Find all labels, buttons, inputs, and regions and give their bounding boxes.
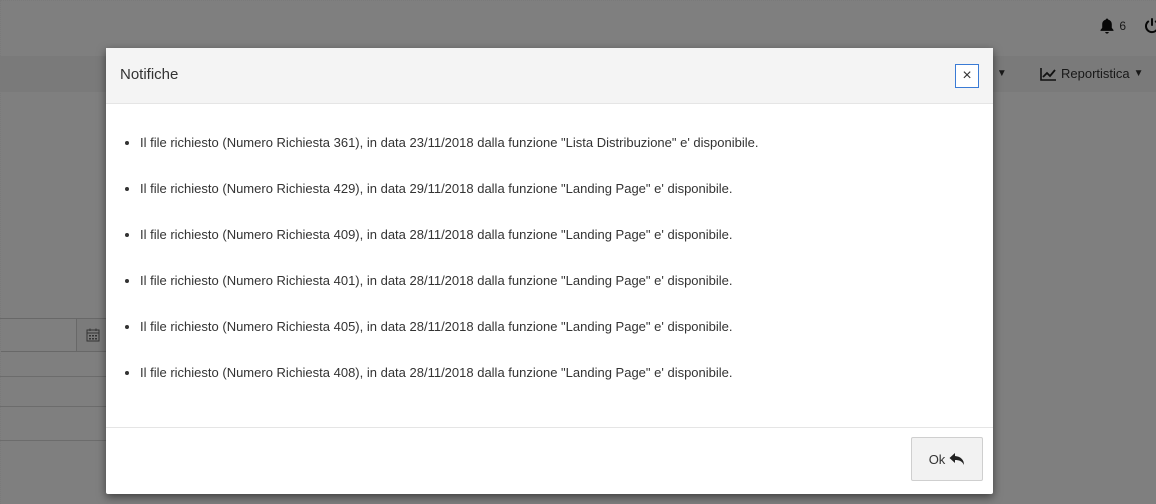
dialog-footer: Ok [106,427,993,495]
reply-icon [949,453,965,465]
dialog-header: Notifiche × [106,48,993,104]
app-page: 6 i ▼ Reportistica ▼ [0,0,1156,504]
dialog-body: Il file richiesto (Numero Richiesta 361)… [106,104,993,426]
close-icon: × [962,67,972,84]
notification-item: Il file richiesto (Numero Richiesta 409)… [140,224,758,270]
close-button[interactable]: × [955,64,979,88]
notification-item: Il file richiesto (Numero Richiesta 405)… [140,316,758,362]
notification-item: Il file richiesto (Numero Richiesta 401)… [140,270,758,316]
ok-button[interactable]: Ok [911,437,983,481]
notification-item: Il file richiesto (Numero Richiesta 408)… [140,362,758,408]
ok-button-label: Ok [928,451,946,467]
dialog-title: Notifiche [120,66,179,83]
notification-item: Il file richiesto (Numero Richiesta 361)… [140,132,758,178]
notification-list: Il file richiesto (Numero Richiesta 361)… [106,132,758,408]
notification-item: Il file richiesto (Numero Richiesta 429)… [140,178,758,224]
notifications-dialog: Notifiche × Il file richiesto (Numero Ri… [106,48,993,494]
